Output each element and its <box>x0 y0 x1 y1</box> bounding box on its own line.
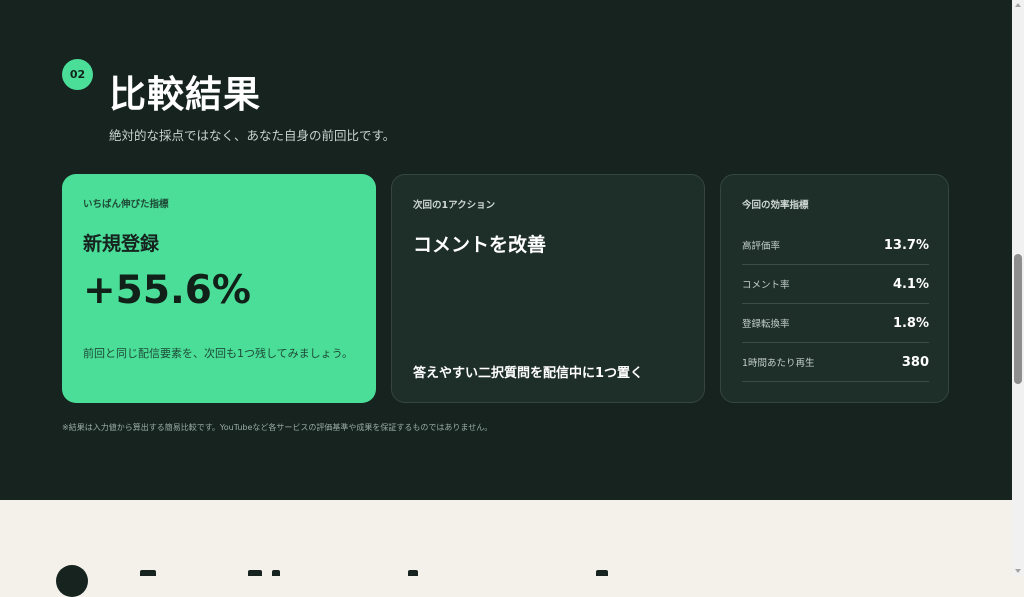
best-metric-name: 新規登録 <box>83 233 160 255</box>
stat-label: 登録転換率 <box>742 319 790 330</box>
best-metric-change: +55.6% <box>83 268 251 313</box>
next-action-card: 次回の1アクション コメントを改善 答えやすい二択質問を配信中に1つ置く <box>391 174 705 403</box>
stat-label: 1時間あたり再生 <box>742 358 815 369</box>
disclaimer-text: ※結果は入力値から算出する簡易比較です。YouTubeなど各サービスの評価基準や… <box>62 423 493 432</box>
stat-label: コメント率 <box>742 280 790 291</box>
best-metric-card: いちばん伸びた指標 新規登録 +55.6% 前回と同じ配信要素を、次回も1つ残し… <box>62 174 376 403</box>
comparison-section: 02 比較結果 絶対的な採点ではなく、あなた自身の前回比です。 いちばん伸びた指… <box>0 0 1012 500</box>
next-action-text: 答えやすい二択質問を配信中に1つ置く <box>413 366 644 381</box>
best-metric-note: 前回と同じ配信要素を、次回も1つ残してみましょう。 <box>83 347 354 360</box>
next-action-headline: コメントを改善 <box>413 234 547 256</box>
efficiency-row-like-rate: 高評価率 13.7% <box>742 226 929 265</box>
section-number-badge: 02 <box>62 59 93 90</box>
stat-value: 4.1% <box>892 276 929 292</box>
next-action-label: 次回の1アクション <box>413 200 496 211</box>
stat-value: 13.7% <box>883 237 929 253</box>
efficiency-row-subscribe-rate: 登録転換率 1.8% <box>742 304 929 343</box>
scroll-up-arrow-icon[interactable] <box>1015 3 1021 7</box>
efficiency-list: 高評価率 13.7% コメント率 4.1% 登録転換率 1.8% 1時間あたり再… <box>742 226 929 382</box>
section-subtitle: 絶対的な採点ではなく、あなた自身の前回比です。 <box>109 128 396 143</box>
section-title: 比較結果 <box>109 73 261 116</box>
stat-value: 380 <box>901 354 929 370</box>
efficiency-row-comment-rate: コメント率 4.1% <box>742 265 929 304</box>
efficiency-label: 今回の効率指標 <box>742 200 809 211</box>
best-metric-label: いちばん伸びた指標 <box>83 199 169 210</box>
page-scrollbar[interactable] <box>1012 0 1024 576</box>
scrollbar-thumb[interactable] <box>1014 254 1022 384</box>
stat-value: 1.8% <box>892 315 929 331</box>
efficiency-row-views-per-hour: 1時間あたり再生 380 <box>742 343 929 382</box>
scroll-down-arrow-icon[interactable] <box>1015 569 1021 573</box>
next-section-title-partial <box>130 570 630 576</box>
stat-label: 高評価率 <box>742 241 781 252</box>
efficiency-card: 今回の効率指標 高評価率 13.7% コメント率 4.1% 登録転換率 1.8%… <box>720 174 949 403</box>
next-section-badge <box>56 565 88 597</box>
